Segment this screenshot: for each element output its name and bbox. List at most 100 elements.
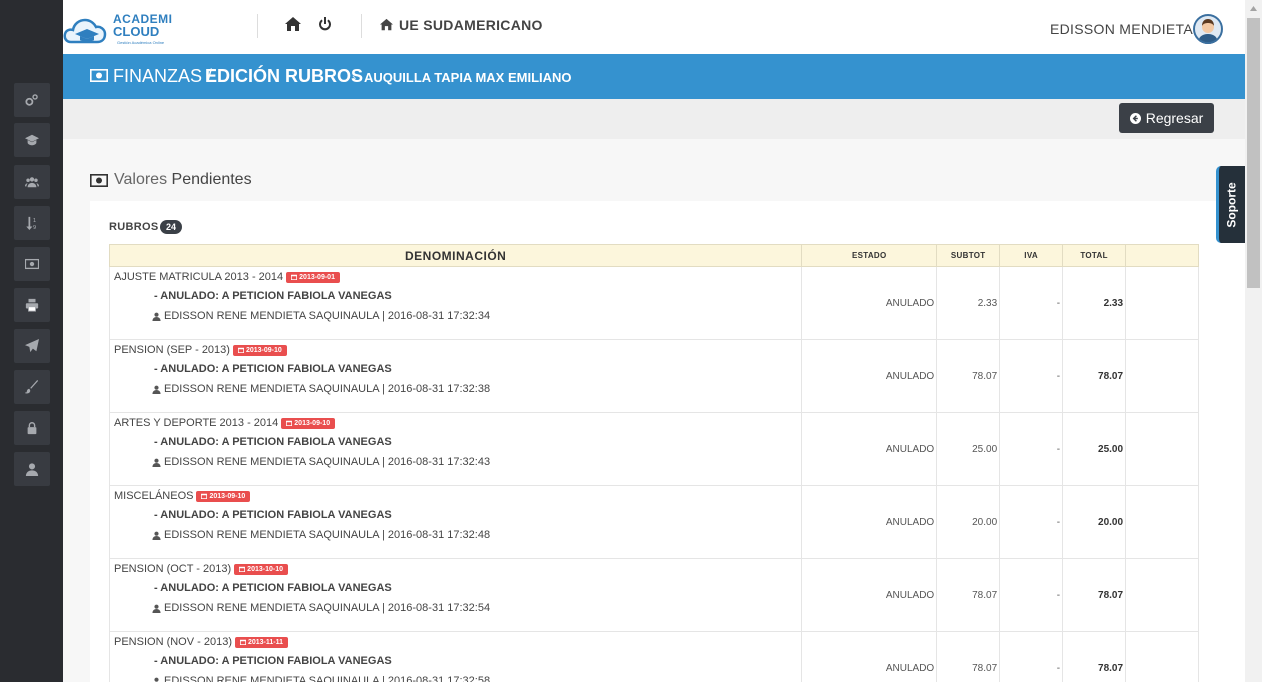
cell-subtot: 78.07 bbox=[936, 631, 1001, 682]
money-icon bbox=[90, 69, 108, 82]
rubros-table: DENOMINACIÓN ESTADO SUBTOT IVA TOTAL AJU… bbox=[108, 244, 1199, 682]
user-icon bbox=[154, 677, 159, 682]
breadcrumb: FINANZAS / EDICIÓN RUBROS › AUQUILLA TAP… bbox=[63, 54, 1245, 99]
col-iva: IVA bbox=[999, 244, 1064, 267]
home-icon[interactable] bbox=[285, 16, 301, 32]
date-badge: 2013-09-10 bbox=[196, 490, 251, 502]
school-name[interactable]: UE SUDAMERICANO bbox=[399, 17, 543, 33]
back-button-label: Regresar bbox=[1145, 110, 1204, 126]
breadcrumb-student: AUQUILLA TAPIA MAX EMILIANO bbox=[364, 70, 572, 85]
scrollbar-thumb[interactable] bbox=[1247, 18, 1260, 288]
breadcrumb-separator: › bbox=[352, 70, 357, 85]
scroll-up-arrow-icon[interactable] bbox=[1245, 0, 1262, 17]
logo-text-bottom: CLOUD bbox=[113, 24, 160, 39]
rubro-name: ARTES Y DEPORTE 2013 - 2014 bbox=[114, 417, 279, 429]
cell-iva: - bbox=[999, 339, 1064, 413]
calendar-icon bbox=[239, 639, 246, 645]
cell-iva: - bbox=[999, 266, 1064, 340]
cell-denominacion: PENSION (NOV - 2013) 2013-11-11 - ANULADO:… bbox=[108, 631, 803, 682]
audit-line: EDISSON RENE MENDIETA SAQUINAULA | 2016-… bbox=[152, 529, 801, 541]
user-icon[interactable] bbox=[14, 452, 50, 486]
calendar-icon bbox=[286, 420, 293, 426]
audit-line: EDISSON RENE MENDIETA SAQUINAULA | 2016-… bbox=[152, 602, 801, 614]
col-subtot: SUBTOT bbox=[936, 244, 1001, 267]
date-badge: 2013-10-10 bbox=[234, 563, 288, 575]
cell-actions bbox=[1125, 631, 1199, 682]
table-row: PENSION (NOV - 2013) 2013-11-11 - ANULADO:… bbox=[108, 631, 1199, 682]
col-total: TOTAL bbox=[1062, 244, 1127, 267]
cell-total: 78.07 bbox=[1062, 631, 1127, 682]
scrollbar[interactable] bbox=[1245, 0, 1262, 682]
audit-line: EDISSON RENE MENDIETA SAQUINAULA | 2016-… bbox=[152, 456, 801, 468]
cancel-note: - ANULADO: A PETICION FABIOLA VANEGAS bbox=[154, 655, 392, 667]
section-title-strong: Pendientes bbox=[171, 171, 252, 188]
rubro-name: AJUSTE MATRICULA 2013 - 2014 bbox=[114, 271, 284, 283]
rubro-name: PENSION (SEP - 2013) bbox=[114, 344, 230, 356]
table-header-row: DENOMINACIÓN ESTADO SUBTOT IVA TOTAL bbox=[108, 244, 1199, 267]
paint-brush-icon[interactable] bbox=[14, 370, 50, 404]
date-badge: 2013-09-10 bbox=[281, 417, 336, 429]
audit-text: EDISSON RENE MENDIETA SAQUINAULA | 2016-… bbox=[164, 383, 491, 395]
cell-subtot: 78.07 bbox=[936, 558, 1001, 632]
home-icon bbox=[380, 18, 393, 31]
audit-text: EDISSON RENE MENDIETA SAQUINAULA | 2016-… bbox=[164, 602, 491, 614]
svg-text:1: 1 bbox=[33, 218, 36, 224]
col-denominacion: DENOMINACIÓN bbox=[108, 244, 803, 267]
calendar-icon bbox=[239, 566, 246, 572]
audit-line: EDISSON RENE MENDIETA SAQUINAULA | 2016-… bbox=[152, 310, 801, 322]
lock-icon[interactable] bbox=[14, 411, 50, 445]
top-bar: ACADEMI CLOUD Gestión Académica Online U… bbox=[63, 0, 1245, 54]
rubro-name-line: PENSION (NOV - 2013) 2013-11-11 bbox=[114, 636, 801, 648]
money-icon bbox=[90, 174, 108, 187]
table-row: AJUSTE MATRICULA 2013 - 2014 2013-09-01 - … bbox=[108, 266, 1199, 340]
col-actions bbox=[1125, 244, 1199, 267]
rubro-name-line: MISCELÁNEOS 2013-09-10 bbox=[114, 490, 801, 502]
svg-text:9: 9 bbox=[33, 225, 36, 230]
power-icon[interactable] bbox=[317, 16, 333, 32]
settings-icon[interactable] bbox=[14, 83, 50, 117]
user-avatar-icon bbox=[1193, 14, 1223, 44]
graduation-cap-icon[interactable] bbox=[14, 123, 50, 157]
cell-iva: - bbox=[999, 558, 1064, 632]
sort-numeric-icon[interactable]: 19 bbox=[14, 206, 50, 240]
date-badge: 2013-09-01 bbox=[286, 271, 340, 283]
cancel-note: - ANULADO: A PETICION FABIOLA VANEGAS bbox=[154, 363, 392, 375]
back-button[interactable]: Regresar bbox=[1119, 103, 1214, 133]
table-row: PENSION (OCT - 2013) 2013-10-10 - ANULADO:… bbox=[108, 558, 1199, 632]
audit-text: EDISSON RENE MENDIETA SAQUINAULA | 2016-… bbox=[164, 529, 491, 541]
toolbar: Regresar bbox=[63, 99, 1245, 139]
date-badge-text: 2013-09-10 bbox=[209, 492, 246, 500]
cell-actions bbox=[1125, 558, 1199, 632]
send-icon[interactable] bbox=[14, 329, 50, 363]
avatar[interactable] bbox=[1193, 14, 1223, 44]
cell-denominacion: AJUSTE MATRICULA 2013 - 2014 2013-09-01 - … bbox=[108, 266, 803, 340]
breadcrumb-finanzas[interactable]: FINANZAS / bbox=[113, 66, 212, 87]
audit-line: EDISSON RENE MENDIETA SAQUINAULA | 2016-… bbox=[152, 675, 801, 682]
rubro-name-line: PENSION (OCT - 2013) 2013-10-10 bbox=[114, 563, 801, 575]
sidebar: 19 bbox=[0, 0, 63, 682]
cell-estado: ANULADO bbox=[801, 631, 938, 682]
cell-total: 78.07 bbox=[1062, 558, 1127, 632]
cell-actions bbox=[1125, 266, 1199, 340]
money-icon[interactable] bbox=[14, 247, 50, 281]
cell-denominacion: ARTES Y DEPORTE 2013 - 2014 2013-09-10 - A… bbox=[108, 412, 803, 486]
cell-actions bbox=[1125, 339, 1199, 413]
cell-estado: ANULADO bbox=[801, 558, 938, 632]
arrow-circle-left-icon bbox=[1129, 112, 1141, 124]
users-icon[interactable] bbox=[14, 165, 50, 199]
user-name[interactable]: EDISSON MENDIETA bbox=[1050, 21, 1193, 37]
cancel-note: - ANULADO: A PETICION FABIOLA VANEGAS bbox=[154, 436, 392, 448]
support-tab[interactable]: Soporte bbox=[1216, 166, 1245, 243]
header-divider bbox=[257, 14, 258, 38]
print-icon[interactable] bbox=[14, 288, 50, 322]
section-title: Valores Pendientes bbox=[114, 171, 252, 189]
academicloud-logo[interactable]: ACADEMI CLOUD Gestión Académica Online bbox=[63, 4, 173, 50]
date-badge: 2013-11-11 bbox=[234, 636, 289, 648]
date-badge-text: 2013-09-10 bbox=[294, 419, 331, 427]
cell-subtot: 25.00 bbox=[936, 412, 1001, 486]
user-icon bbox=[152, 312, 161, 321]
date-badge-text: 2013-09-10 bbox=[245, 346, 282, 354]
cancel-note: - ANULADO: A PETICION FABIOLA VANEGAS bbox=[154, 582, 392, 594]
table-row: ARTES Y DEPORTE 2013 - 2014 2013-09-10 - A… bbox=[108, 412, 1199, 486]
cell-total: 25.00 bbox=[1062, 412, 1127, 486]
